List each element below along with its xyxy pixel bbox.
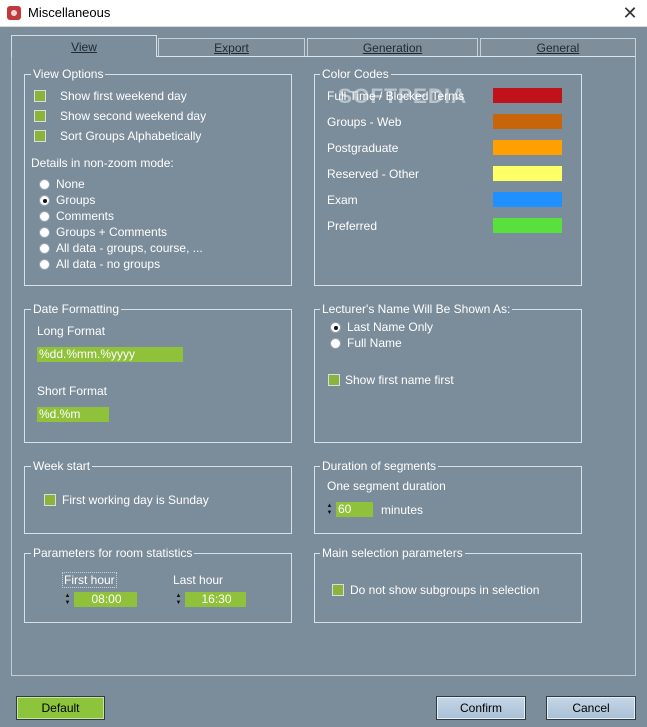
details-comments-label: Comments [56,209,115,223]
color-label-full-time: Full Time / Blocked Terms [327,89,465,103]
tab-generation[interactable]: Generation [307,38,478,56]
full-name-label: Full Name [347,336,402,350]
details-groups-label: Groups [56,193,96,207]
app-icon [7,6,21,20]
show-first-weekend-checkbox[interactable] [34,90,46,102]
default-button[interactable]: Default [16,696,105,720]
duration-legend: Duration of segments [320,459,439,473]
details-all-data-label: All data - groups, course, ... [56,241,203,255]
last-hour-spinner-arrows[interactable]: ▲ ▼ [175,593,182,607]
sort-groups-label: Sort Groups Alphabetically [60,129,202,143]
tab-export[interactable]: Export [158,38,305,56]
color-swatch-exam[interactable] [493,192,562,207]
color-swatch-preferred[interactable] [493,218,562,233]
color-codes-legend: Color Codes [320,67,391,81]
lecturer-name-legend: Lecturer's Name Will Be Shown As: [320,302,513,316]
first-day-sunday-label: First working day is Sunday [62,493,209,507]
tab-view-label: View [71,40,97,54]
details-mode-label: Details in non-zoom mode: [31,156,174,170]
sort-groups-checkbox[interactable] [34,130,46,142]
tab-general[interactable]: General [480,38,636,56]
full-name-radio[interactable] [330,338,341,349]
short-format-label: Short Format [37,384,108,398]
details-groups-comments-radio[interactable] [39,227,50,238]
details-all-no-groups-radio[interactable] [39,259,50,270]
show-first-name-first-checkbox[interactable] [328,374,340,386]
last-name-only-radio[interactable] [330,322,341,333]
long-format-input[interactable]: %dd.%mm.%yyyy [37,347,183,362]
details-all-no-groups-label: All data - no groups [56,257,161,271]
confirm-button[interactable]: Confirm [436,696,526,720]
duration-unit: minutes [381,503,424,517]
color-swatch-postgraduate[interactable] [493,140,562,155]
color-swatch-reserved[interactable] [493,166,562,181]
color-swatch-full-time[interactable] [493,88,562,103]
show-first-name-first-label: Show first name first [345,373,454,387]
view-options-legend: View Options [31,67,106,81]
color-label-preferred: Preferred [327,219,378,233]
show-second-weekend-label: Show second weekend day [60,109,207,123]
details-groups-radio[interactable] [39,195,50,206]
long-format-label: Long Format [37,324,106,338]
first-hour-label: First hour [62,572,117,588]
show-second-weekend-checkbox[interactable] [34,110,46,122]
segment-duration-label: One segment duration [327,479,446,493]
cancel-button[interactable]: Cancel [546,696,636,720]
hide-subgroups-label: Do not show subgroups in selection [350,583,540,597]
details-none-label: None [56,177,85,191]
week-start-legend: Week start [31,459,93,473]
close-icon[interactable]: ✕ [617,2,643,24]
date-formatting-legend: Date Formatting [31,302,122,316]
hide-subgroups-checkbox[interactable] [332,584,344,596]
tab-generation-label: Generation [362,41,423,55]
window-title: Miscellaneous [28,5,111,20]
show-first-weekend-label: Show first weekend day [60,89,187,103]
details-all-data-radio[interactable] [39,243,50,254]
room-statistics-legend: Parameters for room statistics [31,546,195,560]
first-hour-input[interactable]: 08:00 [74,592,137,607]
duration-input[interactable]: 60 [336,502,373,517]
duration-spinner-arrows[interactable]: ▲ ▼ [326,503,333,517]
color-swatch-groups-web[interactable] [493,114,562,129]
duration-group [314,466,582,534]
short-format-input[interactable]: %d.%m [37,407,109,422]
last-hour-label: Last hour [173,573,224,587]
first-day-sunday-checkbox[interactable] [44,494,56,506]
color-label-exam: Exam [327,193,358,207]
main-selection-legend: Main selection parameters [320,546,465,560]
first-hour-spinner-arrows[interactable]: ▲ ▼ [64,593,71,607]
room-statistics-group [24,553,292,623]
details-groups-comments-label: Groups + Comments [56,225,168,239]
tab-export-label: Export [214,41,249,55]
details-comments-radio[interactable] [39,211,50,222]
tab-general-label: General [536,41,580,55]
tab-view[interactable]: View [11,35,157,57]
color-label-groups-web: Groups - Web [327,115,402,129]
color-label-postgraduate: Postgraduate [327,141,399,155]
last-name-only-label: Last Name Only [347,320,434,334]
details-none-radio[interactable] [39,179,50,190]
last-hour-input[interactable]: 16:30 [185,592,246,607]
color-label-reserved: Reserved - Other [327,167,420,181]
